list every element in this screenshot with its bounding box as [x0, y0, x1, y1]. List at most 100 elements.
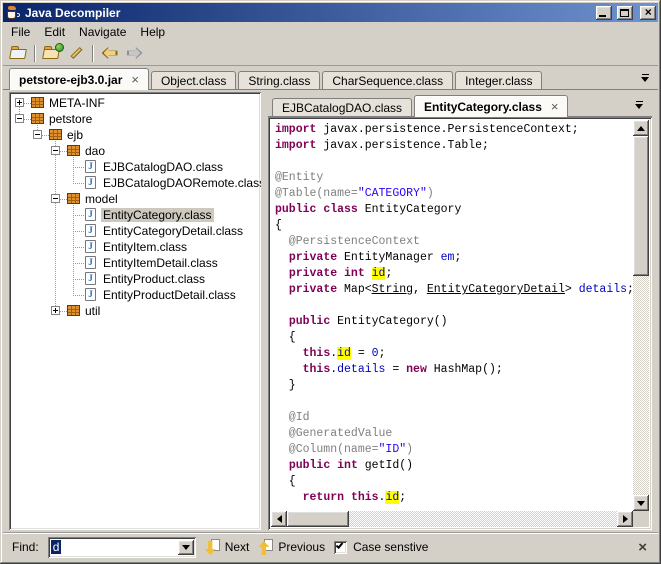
tree-item-label[interactable]: model [83, 192, 120, 206]
code-token: private [289, 283, 337, 296]
tab-ejbcatalogdao-class[interactable]: EJBCatalogDAO.class [272, 98, 412, 117]
expander-plus-icon[interactable] [51, 306, 60, 315]
tree-item-ejbcatalogdaoremote-class[interactable]: JEJBCatalogDAORemote.class [11, 175, 259, 191]
source-code[interactable]: import javax.persistence.PersistenceCont… [271, 120, 633, 511]
vertical-scroll-track[interactable] [633, 136, 649, 495]
close-button[interactable]: × [640, 6, 656, 20]
type-link[interactable]: String [372, 283, 413, 296]
checkbox-checked-icon[interactable] [334, 541, 347, 554]
scroll-left-button[interactable] [271, 511, 287, 527]
code-token: import [275, 123, 316, 136]
case-sensitive-option[interactable]: Case senstive [334, 540, 428, 554]
scroll-down-button[interactable] [633, 495, 649, 511]
code-token: EntityCategory() [330, 315, 447, 328]
horizontal-scroll-track[interactable] [287, 511, 617, 527]
expander-minus-icon[interactable] [51, 194, 60, 203]
code-line: this.id = 0; [275, 346, 629, 362]
tree-item-entityitemdetail-class[interactable]: JEntityItemDetail.class [11, 255, 259, 271]
code-area[interactable]: import javax.persistence.PersistenceCont… [268, 117, 652, 530]
tree-item-entityproductdetail-class[interactable]: JEntityProductDetail.class [11, 287, 259, 303]
tree-item-ejbcatalogdao-class[interactable]: JEJBCatalogDAO.class [11, 159, 259, 175]
horizontal-scroll-thumb[interactable] [287, 511, 349, 527]
tab-entitycategory-class[interactable]: EntityCategory.class × [414, 95, 568, 117]
tab-list-icon[interactable] [641, 74, 650, 83]
close-tab-icon[interactable]: × [551, 102, 559, 112]
tab-charsequence-class[interactable]: CharSequence.class [322, 71, 453, 90]
tab-petstore-ejb3-0-jar[interactable]: petstore-ejb3.0.jar× [9, 68, 149, 90]
expander-plus-icon[interactable] [15, 98, 24, 107]
tab-label: EntityCategory.class [424, 100, 542, 114]
tree-item-label[interactable]: dao [83, 144, 107, 158]
tree-item-label[interactable]: petstore [47, 112, 94, 126]
search-highlight: id [337, 347, 351, 360]
tree-item-entitycategorydetail-class[interactable]: JEntityCategoryDetail.class [11, 223, 259, 239]
tree-item-label[interactable]: EntityCategory.class [101, 208, 214, 222]
tree-item-label[interactable]: EJBCatalogDAO.class [101, 160, 225, 174]
vertical-scrollbar[interactable] [633, 120, 649, 511]
check-icon [336, 541, 344, 549]
tab-object-class[interactable]: Object.class [151, 71, 236, 90]
tree-item-label[interactable]: EntityProduct.class [101, 272, 207, 286]
tree-item-label[interactable]: EJBCatalogDAORemote.class [101, 176, 261, 190]
find-next-label: Next [225, 540, 250, 554]
code-line: private int id; [275, 266, 629, 282]
menu-navigate[interactable]: Navigate [72, 23, 133, 41]
search-button[interactable] [64, 42, 89, 64]
back-button[interactable] [97, 42, 122, 64]
tree-connector-line [73, 231, 85, 232]
find-previous-button[interactable]: Previous [258, 539, 325, 555]
menu-edit[interactable]: Edit [37, 23, 72, 41]
code-token: int [337, 459, 358, 472]
expander-minus-icon[interactable] [51, 146, 60, 155]
tree-item-model[interactable]: model [11, 191, 259, 207]
find-next-button[interactable]: Next [205, 539, 250, 555]
open-file-button[interactable] [6, 42, 31, 64]
code-token: public [289, 315, 330, 328]
tree-item-entityproduct-class[interactable]: JEntityProduct.class [11, 271, 259, 287]
open-type-hierarchy-button[interactable] [39, 42, 64, 64]
type-link[interactable]: EntityCategoryDetail [427, 283, 565, 296]
tree-item-entityitem-class[interactable]: JEntityItem.class [11, 239, 259, 255]
expander-minus-icon[interactable] [33, 130, 42, 139]
panel-splitter[interactable] [261, 92, 268, 530]
tab-list-icon[interactable] [635, 101, 644, 110]
tree-item-label[interactable]: EntityCategoryDetail.class [101, 224, 245, 238]
scroll-right-button[interactable] [617, 511, 633, 527]
scroll-down-icon [637, 501, 645, 506]
tree-item-label[interactable]: EntityProductDetail.class [101, 288, 238, 302]
tree-item-petstore[interactable]: petstore [11, 111, 259, 127]
tree-item-label[interactable]: EntityItem.class [101, 240, 189, 254]
next-arrow-icon [205, 539, 220, 555]
find-close-button[interactable]: × [636, 540, 649, 555]
tree-guide-line [55, 175, 56, 191]
tree-item-ejb[interactable]: ejb [11, 127, 259, 143]
tree-item-entitycategory-class[interactable]: JEntityCategory.class [11, 207, 259, 223]
tab-integer-class[interactable]: Integer.class [455, 71, 542, 90]
tree-item-label[interactable]: ejb [65, 128, 85, 142]
menu-file[interactable]: File [4, 23, 37, 41]
tree-item-util[interactable]: util [11, 303, 259, 319]
tree-item-label[interactable]: EntityItemDetail.class [101, 256, 220, 270]
close-tab-icon[interactable]: × [131, 75, 139, 85]
menu-help[interactable]: Help [133, 23, 172, 41]
vertical-scroll-thumb[interactable] [633, 136, 649, 276]
package-tree-panel[interactable]: META-INF petstore ejb daoJEJBCatalogDAO.cla… [9, 92, 261, 530]
maximize-button[interactable] [617, 6, 633, 20]
code-line: private Map<String, EntityCategoryDetail… [275, 282, 629, 298]
code-token [344, 491, 351, 504]
tree-item-label[interactable]: util [83, 304, 102, 318]
tree-item-meta-inf[interactable]: META-INF [11, 95, 259, 111]
tree-item-dao[interactable]: dao [11, 143, 259, 159]
scroll-up-button[interactable] [633, 120, 649, 136]
find-input[interactable]: d [48, 537, 196, 558]
forward-button[interactable] [122, 42, 147, 64]
horizontal-scrollbar[interactable] [271, 511, 633, 527]
find-dropdown-button[interactable] [178, 540, 194, 555]
tab-string-class[interactable]: String.class [238, 71, 320, 90]
minimize-button[interactable] [596, 6, 612, 20]
titlebar[interactable]: Java Decompiler × [3, 3, 658, 22]
expander-minus-icon[interactable] [15, 114, 24, 123]
forward-arrow-icon [127, 47, 143, 59]
tree-item-label[interactable]: META-INF [47, 96, 107, 110]
code-line: private EntityManager em; [275, 250, 629, 266]
